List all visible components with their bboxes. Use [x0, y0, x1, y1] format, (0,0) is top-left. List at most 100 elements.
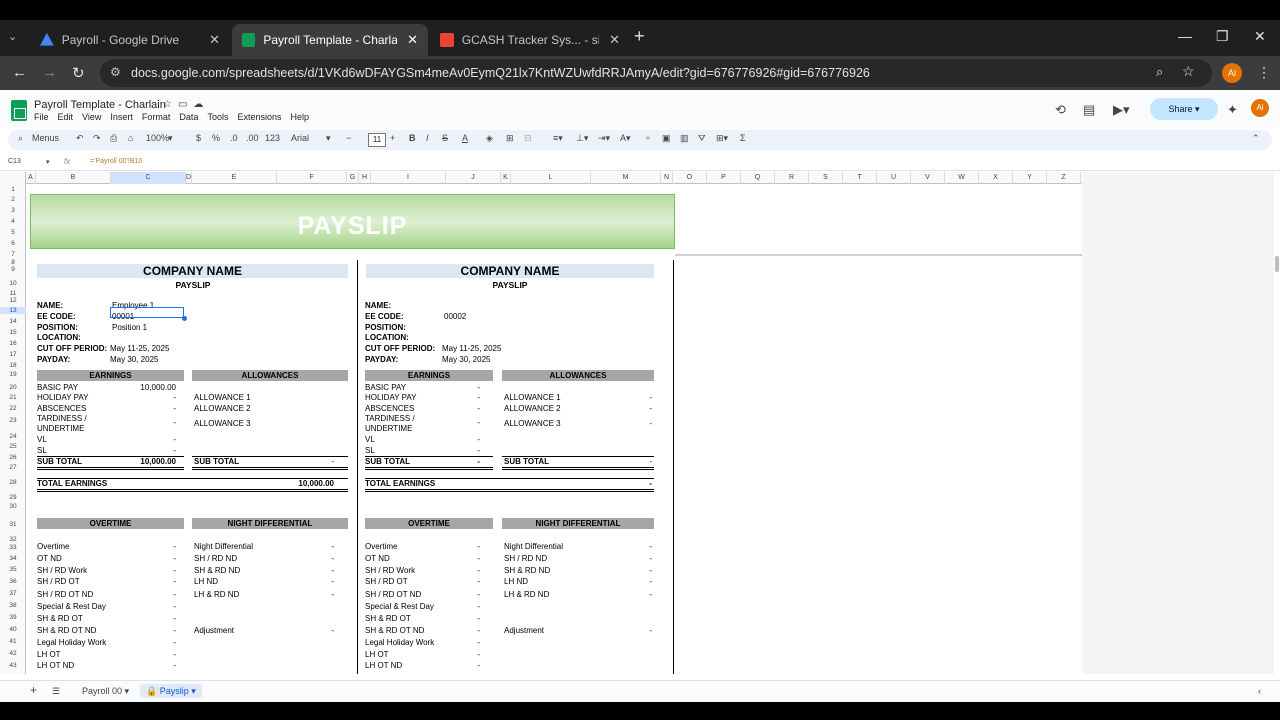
more-menu-icon[interactable]: ⋮ [1257, 64, 1271, 81]
back-icon[interactable]: ← [12, 64, 27, 81]
sheet-tab-payslip[interactable]: 🔒 Payslip ▾ [140, 684, 202, 698]
row-header-35[interactable]: 35 [0, 566, 26, 573]
field-value-cutoff[interactable]: May 11-25, 2025 [442, 344, 501, 353]
horizontal-align-icon[interactable]: ≡▾ [553, 133, 563, 144]
row-header-36[interactable]: 36 [0, 578, 26, 585]
overtime-value[interactable]: - [420, 542, 480, 551]
column-header-z[interactable]: Z [1047, 172, 1081, 184]
all-sheets-icon[interactable]: ☰ [52, 686, 60, 697]
gemini-icon[interactable]: ✦ [1227, 102, 1238, 118]
row-header-42[interactable]: 42 [0, 650, 26, 657]
close-icon[interactable]: ✕ [609, 32, 620, 48]
filter-icon[interactable]: ⛛ [698, 133, 706, 144]
earning-value[interactable]: - [420, 435, 480, 444]
account-avatar[interactable]: Ai [1251, 99, 1269, 117]
earning-value[interactable]: - [420, 446, 480, 455]
nd-value[interactable]: - [612, 542, 652, 551]
forward-icon[interactable]: → [42, 64, 57, 81]
earning-value[interactable]: - [420, 418, 480, 427]
functions-button[interactable]: Σ [740, 133, 746, 143]
bold-icon[interactable]: B [409, 133, 416, 143]
row-header-40[interactable]: 40 [0, 626, 26, 633]
print-icon[interactable]: ⎙ [110, 133, 117, 144]
increase-decimal-button[interactable]: .00 [246, 133, 259, 143]
row-header-34[interactable]: 34 [0, 555, 26, 562]
merge-cells-icon[interactable]: ⊟ [524, 133, 532, 144]
text-rotation-icon[interactable]: A▾ [620, 133, 631, 144]
add-sheet-icon[interactable]: + [30, 683, 37, 697]
allowance-value[interactable]: - [612, 419, 652, 428]
history-icon[interactable]: ⟲ [1055, 102, 1066, 118]
row-header-1[interactable]: 1 [0, 186, 26, 193]
nd-value[interactable]: - [612, 577, 652, 586]
row-header-30[interactable]: 30 [0, 503, 26, 510]
profile-avatar[interactable]: Ai [1222, 63, 1242, 83]
sheet-tab-payroll-00[interactable]: Payroll 00 ▾ [82, 686, 129, 697]
tab-search-icon[interactable]: ⌄ [8, 30, 17, 43]
filter-views-icon[interactable]: ⊞▾ [716, 133, 728, 144]
overtime-value[interactable]: - [116, 650, 176, 659]
text-wrap-icon[interactable]: ⇥▾ [598, 133, 610, 144]
menu-data[interactable]: Data [179, 112, 198, 122]
column-header-r[interactable]: R [775, 172, 809, 184]
tab-gcash-tracker[interactable]: GCASH Tracker Sys... - sir arnel ✕ [430, 24, 630, 56]
chevron-down-icon[interactable]: ▾ [46, 158, 50, 166]
column-header-k[interactable]: K [501, 172, 511, 184]
overtime-value[interactable]: - [116, 602, 176, 611]
allowance-value[interactable]: - [612, 404, 652, 413]
allowances-subtotal[interactable]: - [612, 457, 652, 466]
menus-search[interactable]: Menus [32, 133, 59, 143]
earning-value[interactable]: - [116, 446, 176, 455]
restore-icon[interactable]: ❐ [1216, 28, 1229, 45]
row-header-21[interactable]: 21 [0, 394, 26, 401]
chart-icon[interactable]: ▥ [680, 133, 689, 144]
row-header-16[interactable]: 16 [0, 340, 26, 347]
move-folder-icon[interactable]: ▭ [178, 99, 193, 110]
overtime-value[interactable]: - [420, 661, 480, 670]
row-header-31[interactable]: 31 [0, 521, 26, 528]
zoom-icon[interactable]: ⌕ [1156, 64, 1163, 80]
nd-value[interactable]: - [612, 626, 652, 635]
row-header-11[interactable]: 11 [0, 290, 26, 297]
column-header-u[interactable]: U [877, 172, 911, 184]
earnings-subtotal[interactable]: 10,000.00 [116, 457, 176, 466]
field-value-payday[interactable]: May 30, 2025 [110, 355, 158, 364]
comment-icon[interactable]: ▣ [662, 133, 671, 144]
row-header-23[interactable]: 23 [0, 417, 26, 424]
row-header-5[interactable]: 5 [0, 229, 26, 236]
earning-value[interactable]: - [420, 383, 480, 392]
column-header-i[interactable]: I [371, 172, 446, 184]
sheet-grid[interactable]: PAYSLIP COMPANY NAME PAYSLIP NAME: Employee… [27, 184, 1082, 674]
earning-value[interactable]: - [116, 393, 176, 402]
row-header-32[interactable]: 32 [0, 536, 26, 543]
minimize-icon[interactable]: — [1178, 28, 1192, 44]
chevron-down-icon[interactable]: ▾ [326, 133, 331, 144]
meet-icon[interactable]: ▶▾ [1113, 102, 1130, 118]
row-header-29[interactable]: 29 [0, 494, 26, 501]
row-header-37[interactable]: 37 [0, 590, 26, 597]
nd-value[interactable]: - [294, 577, 334, 586]
overtime-value[interactable]: - [420, 626, 480, 635]
redo-icon[interactable]: ↷ [93, 133, 101, 144]
menu-edit[interactable]: Edit [58, 112, 74, 122]
allowances-subtotal[interactable]: - [294, 457, 334, 466]
row-header-25[interactable]: 25 [0, 443, 26, 450]
column-header-a[interactable]: A [26, 172, 36, 184]
percent-button[interactable]: % [212, 133, 220, 143]
column-header-c[interactable]: C [111, 172, 186, 184]
star-icon[interactable]: ☆ [163, 99, 178, 110]
row-header-20[interactable]: 20 [0, 384, 26, 391]
close-window-icon[interactable]: ✕ [1254, 28, 1266, 45]
row-header-9[interactable]: 9 [0, 266, 26, 273]
row-header-33[interactable]: 33 [0, 544, 26, 551]
nd-value[interactable]: - [294, 626, 334, 635]
field-value-position[interactable]: Position 1 [112, 323, 147, 332]
overtime-value[interactable]: - [420, 590, 480, 599]
overtime-value[interactable]: - [116, 590, 176, 599]
menu-file[interactable]: File [34, 112, 49, 122]
font-select[interactable]: Arial [291, 133, 309, 143]
column-header-g[interactable]: G [347, 172, 359, 184]
undo-icon[interactable]: ↶ [76, 133, 84, 144]
row-header-28[interactable]: 28 [0, 479, 26, 486]
close-icon[interactable]: ✕ [209, 32, 220, 48]
